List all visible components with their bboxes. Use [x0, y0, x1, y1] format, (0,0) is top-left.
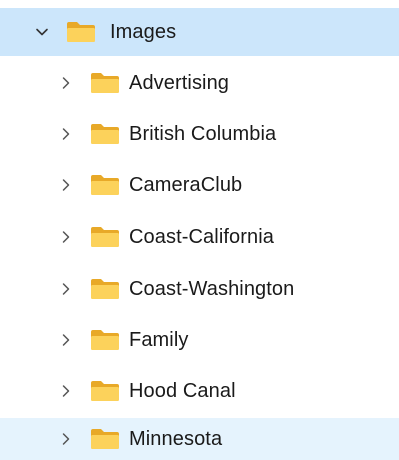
folder-icon — [90, 123, 120, 145]
tree-item-label: Coast-California — [129, 225, 274, 248]
chevron-right-icon[interactable] — [58, 383, 74, 399]
folder-icon — [90, 380, 120, 402]
tree-item-label: CameraClub — [129, 173, 243, 196]
tree-item-label: Coast-Washington — [129, 277, 295, 300]
tree-item-label: Hood Canal — [129, 379, 236, 402]
tree-item-label: Images — [110, 20, 177, 43]
tree-item-images[interactable]: Images — [0, 8, 399, 56]
tree-item-label: British Columbia — [129, 122, 277, 145]
folder-icon — [66, 21, 96, 43]
folder-tree: Images Advertising British Columbia Came… — [0, 0, 399, 460]
chevron-down-icon[interactable] — [34, 24, 50, 40]
folder-icon — [90, 226, 120, 248]
folder-icon — [90, 278, 120, 300]
tree-item-label: Minnesota — [129, 427, 223, 450]
folder-icon — [90, 174, 120, 196]
folder-icon — [90, 72, 120, 94]
tree-item-british-columbia[interactable]: British Columbia — [0, 110, 399, 158]
chevron-right-icon[interactable] — [58, 75, 74, 91]
chevron-right-icon[interactable] — [58, 431, 74, 447]
chevron-right-icon[interactable] — [58, 126, 74, 142]
tree-item-cameraclub[interactable]: CameraClub — [0, 161, 399, 209]
tree-item-coast-washington[interactable]: Coast-Washington — [0, 265, 399, 313]
tree-item-minnesota[interactable]: Minnesota — [0, 418, 399, 460]
tree-item-hood-canal[interactable]: Hood Canal — [0, 367, 399, 415]
tree-item-advertising[interactable]: Advertising — [0, 59, 399, 107]
chevron-right-icon[interactable] — [58, 229, 74, 245]
folder-icon — [90, 428, 120, 450]
tree-item-label: Advertising — [129, 71, 230, 94]
folder-icon — [90, 329, 120, 351]
tree-item-family[interactable]: Family — [0, 316, 399, 364]
chevron-right-icon[interactable] — [58, 332, 74, 348]
tree-item-label: Family — [129, 328, 189, 351]
chevron-right-icon[interactable] — [58, 281, 74, 297]
tree-item-coast-california[interactable]: Coast-California — [0, 213, 399, 261]
chevron-right-icon[interactable] — [58, 177, 74, 193]
